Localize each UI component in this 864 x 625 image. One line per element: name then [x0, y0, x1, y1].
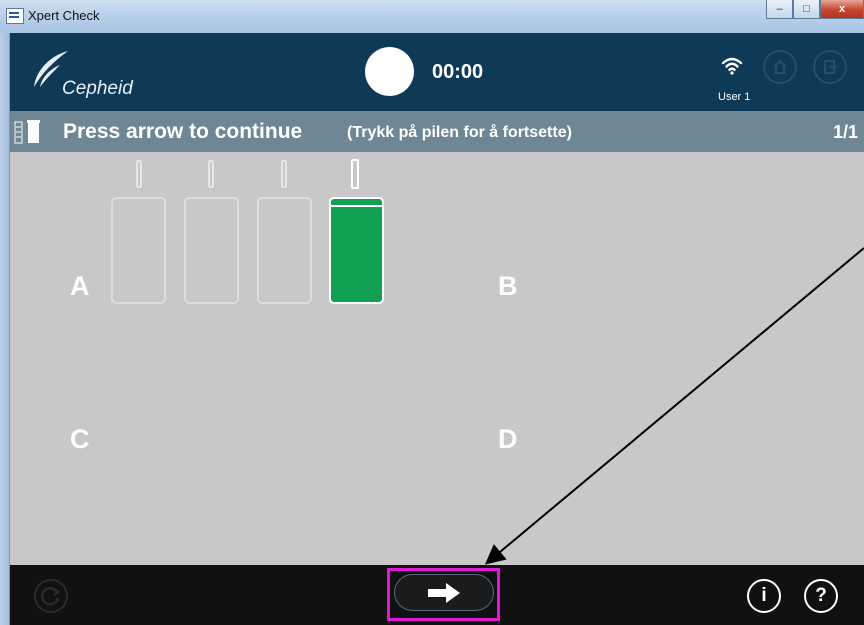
window-title: Xpert Check — [28, 8, 100, 23]
instruction-translation: (Trykk på pilen for å fortsette) — [347, 124, 572, 141]
instruction-text: Press arrow to continue — [63, 120, 303, 143]
module-handle — [351, 159, 359, 189]
maximize-button[interactable]: □ — [793, 0, 820, 19]
module-handle — [208, 160, 214, 188]
instrument-icon — [14, 120, 40, 144]
exit-button[interactable] — [813, 50, 847, 84]
module-slot-2[interactable] — [184, 197, 239, 304]
module-handle — [281, 160, 287, 188]
module-slot-1[interactable] — [111, 197, 166, 304]
highlight-box — [387, 568, 500, 621]
minimize-button[interactable]: – — [766, 0, 793, 19]
app-header: Cepheid 00:00 User 1 — [10, 33, 864, 111]
page-indicator: 1/1 — [832, 122, 858, 142]
window-controls: – □ x — [766, 0, 864, 20]
app-window-icon — [6, 8, 24, 24]
wifi-icon — [721, 57, 743, 75]
quadrant-label-d: D — [498, 424, 518, 454]
quadrant-label-a: A — [70, 271, 90, 301]
exit-icon — [824, 60, 837, 74]
refresh-button[interactable] — [34, 579, 68, 613]
window-frame — [0, 33, 10, 625]
info-button[interactable]: i — [747, 579, 781, 613]
instruction-bar: Press arrow to continue (Trykk på pilen … — [10, 111, 864, 152]
quadrant-label-b: B — [498, 271, 518, 301]
brand-name: Cepheid — [62, 78, 133, 99]
module-slot-3[interactable] — [257, 197, 312, 304]
help-button[interactable]: ? — [804, 579, 838, 613]
help-icon: ? — [815, 585, 827, 606]
module-slot-4[interactable] — [329, 197, 384, 304]
module-area: A B C D — [10, 152, 864, 565]
refresh-icon — [40, 587, 61, 606]
info-icon: i — [761, 585, 767, 606]
status-indicator — [365, 47, 414, 96]
quadrant-label-c: C — [70, 424, 90, 454]
window-titlebar[interactable]: Xpert Check – □ x — [0, 0, 864, 34]
user-label: User 1 — [718, 91, 751, 103]
timer-display: 00:00 — [432, 61, 484, 83]
close-button[interactable]: x — [820, 0, 864, 19]
home-button[interactable] — [763, 50, 797, 84]
home-icon — [773, 59, 787, 74]
module-handle — [136, 160, 142, 188]
